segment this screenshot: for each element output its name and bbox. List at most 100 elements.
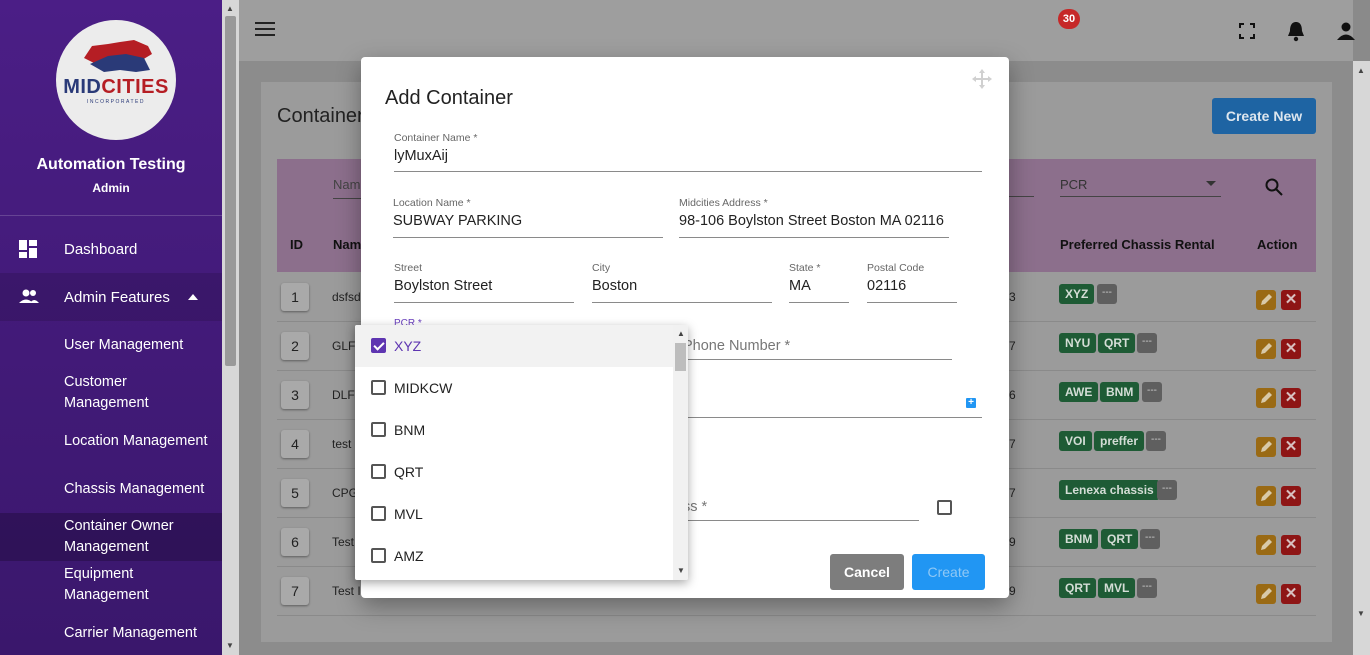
hamburger-menu-icon[interactable] [255,22,275,40]
checkbox-icon[interactable] [371,506,386,521]
delete-icon[interactable]: ✕ [1281,535,1301,555]
edit-icon[interactable] [1256,486,1276,506]
sidebar-item-user-management[interactable]: User Management [64,335,214,356]
delete-icon[interactable]: ✕ [1281,339,1301,359]
row-id-button[interactable]: 7 [281,577,309,605]
checkbox[interactable] [937,500,952,515]
pcr-option[interactable]: QRT [355,451,673,493]
user-account-icon[interactable] [1336,21,1356,41]
pcr-chip: XYZ [1059,284,1095,304]
fullscreen-icon[interactable] [1239,23,1255,39]
checkbox-icon[interactable] [371,548,386,563]
more-chips-button[interactable]: --- [1097,284,1117,304]
edit-icon[interactable] [1256,535,1276,555]
edit-icon[interactable] [1256,290,1276,310]
pcr-option[interactable]: BNM [355,409,673,451]
sidebar-item-customer-management[interactable]: Customer Management [64,372,214,414]
city-field[interactable]: City Boston [592,262,772,303]
more-chips-button[interactable]: --- [1157,480,1177,500]
create-new-button[interactable]: Create New [1212,98,1316,134]
notification-bell-icon[interactable] [1286,20,1306,42]
edit-icon[interactable] [1256,437,1276,457]
scroll-down-icon[interactable]: ▼ [677,566,685,575]
sidebar-item-chassis-management[interactable]: Chassis Management [64,479,222,500]
drag-move-icon[interactable] [971,68,993,90]
container-name-field[interactable]: Container Name * lyMuxAij [394,132,982,172]
sidebar-item-carrier-management[interactable]: Carrier Management [64,623,214,644]
delete-icon[interactable]: ✕ [1281,437,1301,457]
more-chips-button[interactable]: --- [1142,382,1162,402]
top-bar [239,0,1356,61]
scrollbar-thumb[interactable] [225,16,236,366]
sidebar-divider [0,215,222,216]
checkbox-checked-icon[interactable] [371,338,386,353]
pcr-chip: preffer [1094,431,1145,451]
add-icon[interactable]: + [966,398,976,408]
scroll-down-icon[interactable]: ▼ [1357,609,1365,618]
midcities-address-field[interactable]: Midcities Address * 98-106 Boylston Stre… [679,197,949,238]
delete-icon[interactable]: ✕ [1281,486,1301,506]
scroll-up-icon[interactable]: ▲ [677,329,685,338]
sidebar-item-equipment-management[interactable]: Equipment Management [64,564,214,606]
dropdown-scrollbar[interactable]: ▲ ▼ [673,325,688,580]
extra-field[interactable] [683,394,982,418]
phone-number-field[interactable]: Phone Number * [683,337,952,360]
sidebar-item-location-management[interactable]: Location Management [64,431,222,452]
row-name: test [332,437,352,451]
state-field[interactable]: State * MA [789,262,849,303]
pcr-option[interactable]: MVL [355,493,673,535]
row-id-button[interactable]: 6 [281,528,309,556]
edit-icon[interactable] [1256,339,1276,359]
search-icon[interactable] [1265,178,1283,196]
checkbox-icon[interactable] [371,380,386,395]
row-name: Test [332,535,355,549]
pcr-chip: MVL [1098,578,1136,598]
scroll-up-icon[interactable]: ▲ [1357,66,1365,75]
us-map-logo-icon [84,40,152,72]
pcr-option-label: MIDKCW [394,380,453,396]
more-chips-button[interactable]: --- [1140,529,1160,549]
delete-icon[interactable]: ✕ [1281,388,1301,408]
sidebar-item-container-owner-management[interactable]: Container Owner Management [64,516,214,558]
location-name-field[interactable]: Location Name * SUBWAY PARKING [393,197,663,238]
row-id-button[interactable]: 2 [281,332,309,360]
row-count: 6 [1009,388,1016,402]
row-id-button[interactable]: 1 [281,283,309,311]
cancel-button[interactable]: Cancel [830,554,904,590]
sidebar-item-admin-features[interactable]: Admin Features [0,287,222,307]
edit-icon[interactable] [1256,584,1276,604]
notification-count-badge: 30 [1058,9,1080,29]
delete-icon[interactable]: ✕ [1281,290,1301,310]
pcr-filter-select[interactable]: PCR [1060,177,1087,192]
scroll-down-icon[interactable]: ▼ [226,641,234,650]
more-chips-button[interactable]: --- [1146,431,1166,451]
scrollbar-thumb[interactable] [675,343,686,371]
name-filter-input[interactable]: Nam [333,177,360,192]
postal-code-field[interactable]: Postal Code 02116 [867,262,957,303]
email-address-field[interactable]: ss * [683,498,919,521]
sidebar-item-dashboard[interactable]: Dashboard [0,239,222,259]
more-chips-button[interactable]: --- [1137,578,1157,598]
pcr-option[interactable]: MIDKCW [355,367,673,409]
row-count: 9 [1009,584,1016,598]
checkbox-icon[interactable] [371,422,386,437]
pcr-chip: VOI [1059,431,1092,451]
pcr-option[interactable]: AMZ [355,535,673,577]
pcr-option[interactable]: XYZ [355,325,673,367]
row-name: Test I [332,584,361,598]
row-id-button[interactable]: 3 [281,381,309,409]
delete-icon[interactable]: ✕ [1281,584,1301,604]
create-button[interactable]: Create [912,554,985,590]
row-id-button[interactable]: 5 [281,479,309,507]
sidebar-scrollbar[interactable]: ▲ ▼ [222,0,239,655]
pcr-chip: QRT [1059,578,1097,598]
checkbox-icon[interactable] [371,464,386,479]
scroll-up-icon[interactable]: ▲ [226,4,234,13]
pcr-chip: BNM [1100,382,1140,402]
row-id-button[interactable]: 4 [281,430,309,458]
page-scrollbar[interactable]: ▲ ▼ [1353,61,1370,655]
street-field[interactable]: Street Boylston Street [394,262,574,303]
user-role: Admin [92,181,130,195]
edit-icon[interactable] [1256,388,1276,408]
more-chips-button[interactable]: --- [1137,333,1157,353]
